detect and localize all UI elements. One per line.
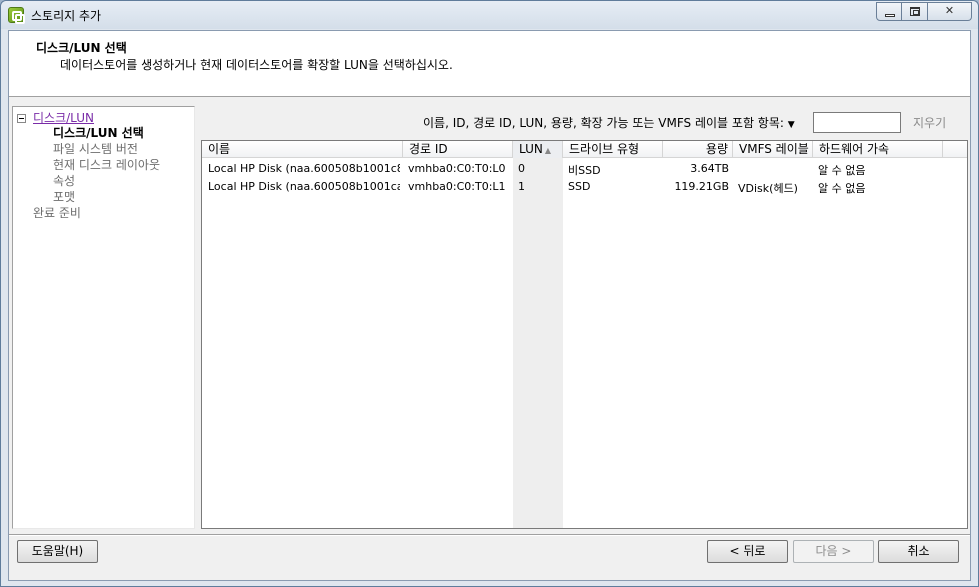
wizard-client-area: 디스크/LUN 선택 데이터스토어를 생성하거나 현재 데이터스토어를 확장할 … (8, 30, 971, 581)
nav-step-properties: 속성 (53, 174, 76, 188)
cell-path-id: vmhba0:C0:T0:L0 (408, 162, 506, 175)
column-header-label: VMFS 레이블 (739, 142, 809, 156)
help-button[interactable]: 도움말(H) (17, 540, 98, 563)
maximize-button[interactable] (902, 2, 928, 21)
minimize-button[interactable] (876, 2, 902, 21)
cell-capacity: 119.21GB (674, 180, 729, 193)
cell-hw-accel: 알 수 없음 (818, 164, 866, 177)
column-header-name[interactable]: 이름 (202, 141, 403, 158)
column-header-path-id[interactable]: 경로 ID (403, 141, 513, 158)
cell-lun: 0 (518, 162, 525, 175)
window-title: 스토리지 추가 (31, 9, 102, 23)
sort-ascending-icon: ▲ (544, 146, 552, 155)
wizard-step-nav: 디스크/LUN 디스크/LUN 선택 파일 시스템 버전 현재 디스크 레이아웃… (12, 106, 195, 529)
column-header-label: 이름 (208, 142, 231, 156)
window-controls: ✕ (876, 2, 972, 21)
cell-name: Local HP Disk (naa.600508b1001c8c... (208, 162, 400, 175)
cell-path-id: vmhba0:C0:T0:L1 (408, 180, 506, 193)
close-icon: ✕ (944, 4, 955, 17)
vsphere-app-icon (8, 7, 25, 24)
cell-name: Local HP Disk (naa.600508b1001ca... (208, 180, 400, 193)
cell-lun: 1 (518, 180, 525, 193)
cell-drive-type: SSD (568, 180, 591, 193)
close-button[interactable]: ✕ (928, 2, 972, 21)
column-header-label: 경로 ID (409, 142, 448, 156)
clear-filter-link[interactable]: 지우기 (913, 114, 946, 131)
nav-step-format: 포맷 (53, 190, 76, 204)
column-header-label: LUN (519, 142, 543, 156)
page-description: 데이터스토어를 생성하거나 현재 데이터스토어를 확장할 LUN을 선택하십시오… (60, 58, 453, 72)
column-header-capacity[interactable]: 용량 (663, 141, 733, 158)
title-bar[interactable]: 스토리지 추가 ✕ (1, 1, 978, 29)
table-header: 이름 경로 ID LUN ▲ 드라이브 유형 용량 VMFS 레이블 하드웨어 가… (202, 141, 967, 158)
footer-divider (9, 534, 970, 536)
add-storage-window: 스토리지 추가 ✕ 디스크/LUN 선택 데이터스토어를 생성하거나 현재 데이… (0, 0, 979, 587)
nav-step-current-layout: 현재 디스크 레이아웃 (53, 158, 160, 172)
back-button[interactable]: < 뒤로 (707, 540, 788, 563)
minimize-icon (885, 14, 895, 17)
column-header-drive-type[interactable]: 드라이브 유형 (563, 141, 663, 158)
next-button[interactable]: 다음 > (793, 540, 874, 563)
filter-dropdown[interactable]: 이름, ID, 경로 ID, LUN, 용량, 확장 가능 또는 VMFS 레이… (423, 114, 795, 131)
lun-table: 이름 경로 ID LUN ▲ 드라이브 유형 용량 VMFS 레이블 하드웨어 가… (201, 140, 968, 529)
collapse-icon[interactable] (17, 114, 26, 123)
cell-drive-type: 비SSD (568, 164, 601, 177)
cell-vmfs-label: VDisk(헤드) (738, 182, 798, 195)
wizard-header: 디스크/LUN 선택 데이터스토어를 생성하거나 현재 데이터스토어를 확장할 … (9, 31, 970, 97)
table-row[interactable]: Local HP Disk (naa.600508b1001c8c... vmh… (202, 160, 967, 178)
column-header-label: 드라이브 유형 (569, 142, 640, 156)
maximize-icon (910, 7, 920, 16)
filter-label-text: 이름, ID, 경로 ID, LUN, 용량, 확장 가능 또는 VMFS 레이… (423, 116, 784, 130)
column-header-label: 하드웨어 가속 (819, 142, 890, 156)
nav-step-select-disk: 디스크/LUN 선택 (53, 126, 144, 140)
page-title: 디스크/LUN 선택 (36, 41, 127, 55)
column-header-label: 용량 (705, 142, 728, 156)
cancel-button[interactable]: 취소 (878, 540, 959, 563)
cell-hw-accel: 알 수 없음 (818, 182, 866, 195)
sorted-column-shading (513, 141, 563, 528)
column-header-lun[interactable]: LUN ▲ (513, 141, 563, 158)
nav-step-fs-version: 파일 시스템 버전 (53, 142, 138, 156)
table-row[interactable]: Local HP Disk (naa.600508b1001ca... vmhb… (202, 178, 967, 196)
column-header-hw-accel[interactable]: 하드웨어 가속 (813, 141, 943, 158)
dropdown-arrow-icon: ▼ (787, 120, 795, 130)
filter-input[interactable] (813, 112, 901, 133)
nav-step-ready: 완료 준비 (33, 206, 81, 220)
cell-capacity: 3.64TB (690, 162, 729, 175)
column-header-vmfs-label[interactable]: VMFS 레이블 (733, 141, 813, 158)
